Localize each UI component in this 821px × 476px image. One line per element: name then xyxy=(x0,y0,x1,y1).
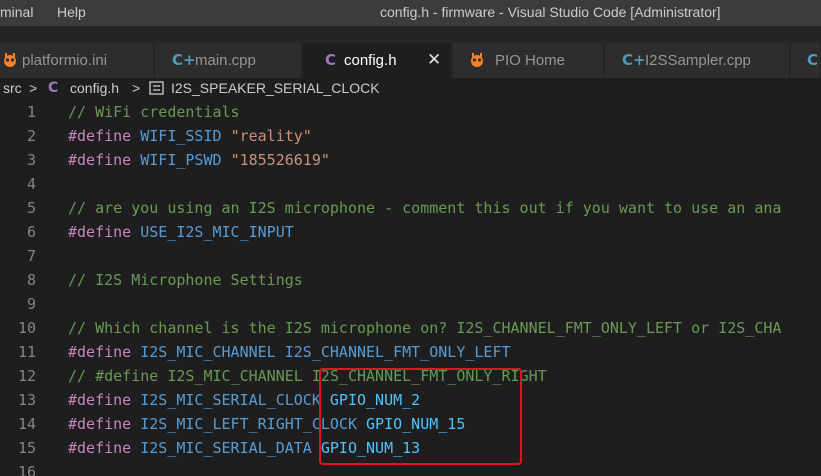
menu-terminal[interactable]: minal xyxy=(0,4,33,20)
tab-label: config.h xyxy=(344,52,397,69)
menu-help[interactable]: Help xyxy=(57,4,86,20)
code-token: #define xyxy=(68,343,141,361)
code-text[interactable]: #define USE_I2S_MIC_INPUT xyxy=(68,223,294,241)
tab-label: I2SSampler.cpp xyxy=(645,52,751,69)
line-number: 1 xyxy=(26,103,36,121)
code-line[interactable]: 10 // Which channel is the I2S microphone… xyxy=(0,316,821,340)
platformio-icon xyxy=(2,51,18,72)
breadcrumb-folder[interactable]: src xyxy=(3,80,22,96)
code-token: I2S_MIC_SERIAL_CLOCK xyxy=(140,391,330,409)
tab-overflow[interactable]: C xyxy=(791,43,821,78)
line-number: 10 xyxy=(17,319,36,337)
breadcrumb-file[interactable]: config.h xyxy=(70,80,119,96)
code-token: #define xyxy=(68,127,141,145)
breadcrumb-symbol[interactable]: I2S_SPEAKER_SERIAL_CLOCK xyxy=(171,80,380,96)
code-line[interactable]: 9 xyxy=(0,292,821,316)
code-token: // are you using an I2S microphone - com… xyxy=(68,199,782,217)
line-number: 12 xyxy=(17,367,36,385)
c-header-icon: C xyxy=(48,80,59,96)
line-number: 8 xyxy=(26,271,36,289)
tab-bar: platformio.ini C+ main.cpp C config.h ✕ … xyxy=(0,26,821,78)
code-text[interactable]: #define I2S_MIC_CHANNEL I2S_CHANNEL_FMT_… xyxy=(68,343,511,361)
chevron-right-icon: > xyxy=(132,80,141,96)
code-token: // I2S Microphone Settings xyxy=(68,271,303,289)
code-token: #define xyxy=(68,223,141,241)
code-text[interactable]: // Which channel is the I2S microphone o… xyxy=(68,319,781,337)
code-line[interactable]: 8 // I2S Microphone Settings xyxy=(0,268,821,292)
symbol-constant-icon xyxy=(149,81,164,98)
tab-pio-home[interactable]: PIO Home xyxy=(453,43,604,78)
line-number: 16 xyxy=(17,463,36,476)
code-text[interactable]: #define WIFI_PSWD "185526619" xyxy=(68,151,330,169)
code-token: USE_I2S_MIC_INPUT xyxy=(140,223,294,241)
code-line[interactable]: 6 #define USE_I2S_MIC_INPUT xyxy=(0,220,821,244)
cpp-file-icon: C xyxy=(807,51,819,69)
line-number: 11 xyxy=(17,343,36,361)
code-text[interactable]: // I2S Microphone Settings xyxy=(68,271,303,289)
code-token: "185526619" xyxy=(230,151,330,169)
code-token: // WiFi credentials xyxy=(68,103,240,121)
tab-platformio-ini[interactable]: platformio.ini xyxy=(0,43,154,78)
line-number: 14 xyxy=(17,415,36,433)
code-token: #define xyxy=(68,391,141,409)
breadcrumb: src > C config.h > I2S_SPEAKER_SERIAL_CL… xyxy=(0,78,821,100)
code-token: "reality" xyxy=(230,127,312,145)
code-token: I2S_MIC_SERIAL_DATA xyxy=(140,439,321,457)
annotation-highlight-box xyxy=(319,368,522,465)
code-line[interactable]: 7 xyxy=(0,244,821,268)
code-token: I2S_CHANNEL_FMT_ONLY_LEFT xyxy=(284,343,511,361)
line-number: 13 xyxy=(17,391,36,409)
code-token: #define xyxy=(68,439,141,457)
cpp-file-icon: C+ xyxy=(622,51,646,69)
line-number: 6 xyxy=(26,223,36,241)
code-line[interactable]: 1 // WiFi credentials xyxy=(0,100,821,124)
code-line[interactable]: 3 #define WIFI_PSWD "185526619" xyxy=(0,148,821,172)
code-line[interactable]: 4 xyxy=(0,172,821,196)
tab-label: main.cpp xyxy=(195,52,256,69)
tab-i2ssampler-cpp[interactable]: C+ I2SSampler.cpp xyxy=(605,43,790,78)
line-number: 9 xyxy=(26,295,36,313)
code-token: I2S_MIC_CHANNEL xyxy=(140,343,285,361)
code-line[interactable]: 2 #define WIFI_SSID "reality" xyxy=(0,124,821,148)
line-number: 4 xyxy=(26,175,36,193)
code-line[interactable]: 5 // are you using an I2S microphone - co… xyxy=(0,196,821,220)
code-token: WIFI_PSWD xyxy=(140,151,231,169)
code-token: #define xyxy=(68,151,141,169)
platformio-icon xyxy=(469,51,485,72)
line-number: 15 xyxy=(17,439,36,457)
code-text[interactable]: #define WIFI_SSID "reality" xyxy=(68,127,312,145)
code-token: WIFI_SSID xyxy=(140,127,231,145)
tab-config-h[interactable]: C config.h ✕ xyxy=(303,43,452,78)
title-bar: minal Help config.h - firmware - Visual … xyxy=(0,0,821,26)
line-number: 7 xyxy=(26,247,36,265)
tab-label: PIO Home xyxy=(495,52,566,69)
code-line[interactable]: 11 #define I2S_MIC_CHANNEL I2S_CHANNEL_FM… xyxy=(0,340,821,364)
code-text[interactable]: // are you using an I2S microphone - com… xyxy=(68,199,781,217)
cpp-file-icon: C+ xyxy=(172,51,196,69)
code-token: #define xyxy=(68,415,141,433)
line-number: 2 xyxy=(26,127,36,145)
c-header-icon: C xyxy=(325,51,337,69)
tab-main-cpp[interactable]: C+ main.cpp xyxy=(155,43,302,78)
line-number: 5 xyxy=(26,199,36,217)
line-number: 3 xyxy=(26,151,36,169)
tab-label: platformio.ini xyxy=(22,52,108,69)
chevron-right-icon: > xyxy=(29,80,38,96)
close-icon[interactable]: ✕ xyxy=(427,50,441,70)
code-token: // Which channel is the I2S microphone o… xyxy=(68,319,782,337)
window-title: config.h - firmware - Visual Studio Code… xyxy=(380,4,721,20)
code-text[interactable]: // WiFi credentials xyxy=(68,103,240,121)
